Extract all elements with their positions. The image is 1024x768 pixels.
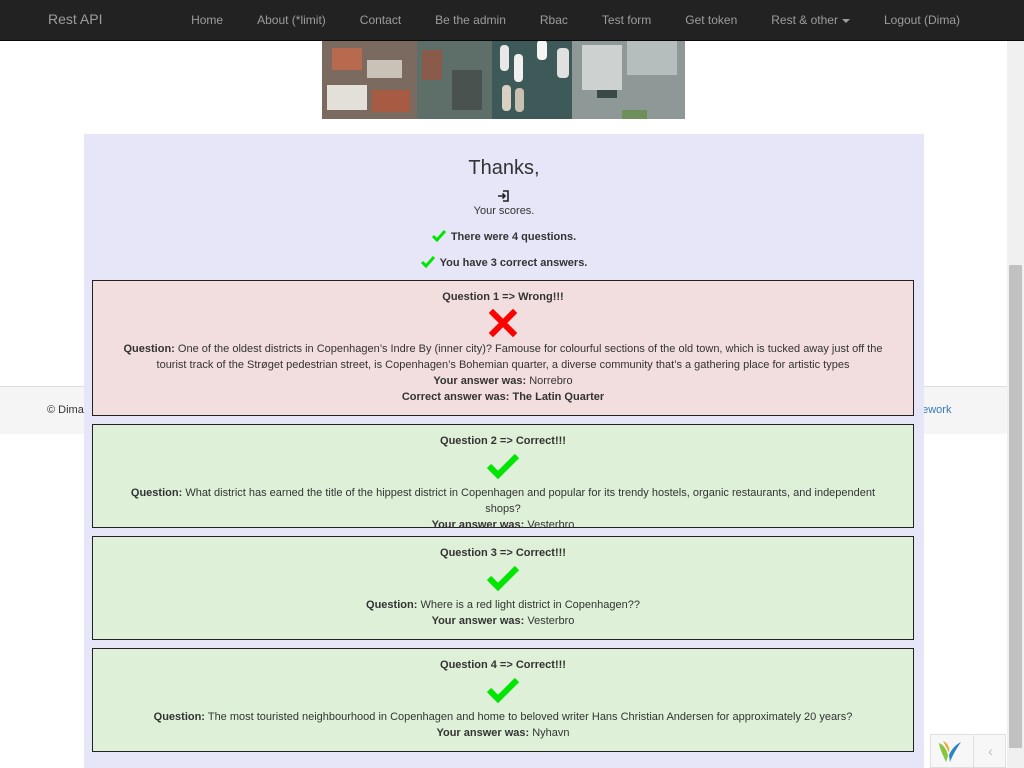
sign-in-icon [498,190,509,202]
your-answer-label: Your answer was: [436,727,530,739]
yii-logo-icon[interactable] [937,740,963,764]
question-card-3: Question 3 => Correct!!! Question: Where… [92,536,914,640]
question-text-row: Question: Where is a red light district … [93,597,913,613]
checkmark-icon [486,565,520,591]
question-label: Question: [123,343,175,355]
your-answer-row: Your answer was: Vesterbro [93,517,913,533]
nav-menu: Home About (*limit) Contact Be the admin… [174,0,1024,40]
checkmark-icon [486,453,520,479]
nav-home[interactable]: Home [174,0,240,40]
checkmark-icon [431,230,446,243]
question-card-4: Question 4 => Correct!!! Question: The m… [92,648,914,752]
footer-copyright: © Dima [47,404,84,416]
question-text: Where is a red light district in Copenha… [420,599,640,611]
results-panel: Thanks, Your scores. There were 4 questi… [84,134,924,768]
nav-logout[interactable]: Logout (Dima) [867,0,1024,40]
questions-count-stat: There were 4 questions. [84,230,924,243]
your-answer-row: Your answer was: Norrebro [93,373,913,389]
your-answer-row: Your answer was: Nyhavn [93,725,913,741]
question-card-1: Question 1 => Wrong!!! Question: One of … [92,280,914,416]
your-answer-value: Nyhavn [532,727,570,739]
nav-rbac[interactable]: Rbac [523,0,585,40]
question-label: Question: [153,711,205,723]
scrollbar-thumb[interactable] [1009,265,1022,748]
question-text: What district has earned the title of th… [185,487,876,515]
question-text-row: Question: One of the oldest districts in… [93,341,913,373]
nav-get-token[interactable]: Get token [668,0,754,40]
question-title: Question 2 => Correct!!! [440,435,566,447]
nav-contact[interactable]: Contact [343,0,418,40]
question-title: Question 4 => Correct!!! [440,659,566,671]
checkmark-icon [486,677,520,703]
brand-link[interactable]: Rest API [48,11,102,27]
your-answer-row: Your answer was: Vesterbro [93,613,913,629]
nav-rest-other-label: Rest & other [771,13,838,27]
debug-toolbar: ‹ [930,734,1006,768]
vertical-scrollbar[interactable] [1007,40,1024,768]
nav-about[interactable]: About (*limit) [240,0,343,40]
chevron-left-icon[interactable]: ‹ [973,735,1007,767]
checkmark-icon [420,256,435,269]
your-answer-value: Vesterbro [527,615,575,627]
correct-answer-row: Correct answer was: The Latin Quarter [93,389,913,405]
harbour-photo [322,40,685,119]
cross-icon [489,309,517,337]
nav-rest-other-dropdown[interactable]: Rest & other [754,0,867,40]
nav-be-admin[interactable]: Be the admin [418,0,523,40]
question-label: Question: [130,487,183,499]
question-text: One of the oldest districts in Copenhage… [156,343,883,371]
question-text: The most touristed neighbourhood in Cope… [207,711,853,723]
your-answer-label: Your answer was: [431,519,525,531]
your-answer-value: Vesterbro [527,519,575,531]
question-label: Question: [366,599,418,611]
question-title: Question 1 => Wrong!!! [442,291,564,303]
correct-answer-label: Correct answer was: [401,391,510,403]
your-answer-label: Your answer was: [433,375,527,387]
question-text-row: Question: The most touristed neighbourho… [93,709,913,725]
correct-count-text: You have 3 correct answers. [439,257,588,269]
correct-count-stat: You have 3 correct answers. [84,256,924,269]
your-answer-value: Norrebro [529,375,573,387]
top-navbar: Rest API Home About (*limit) Contact Be … [0,0,1024,41]
questions-count-text: There were 4 questions. [450,231,577,243]
nav-test-form[interactable]: Test form [585,0,668,40]
caret-down-icon [841,18,850,23]
page-title: Thanks, [468,157,540,179]
scores-subtitle: Your scores. [473,205,535,217]
correct-answer-value: The Latin Quarter [512,391,605,403]
question-text-row: Question: What district has earned the t… [93,485,913,517]
question-card-2: Question 2 => Correct!!! Question: What … [92,424,914,531]
question-title: Question 3 => Correct!!! [440,547,566,559]
your-answer-label: Your answer was: [431,615,525,627]
